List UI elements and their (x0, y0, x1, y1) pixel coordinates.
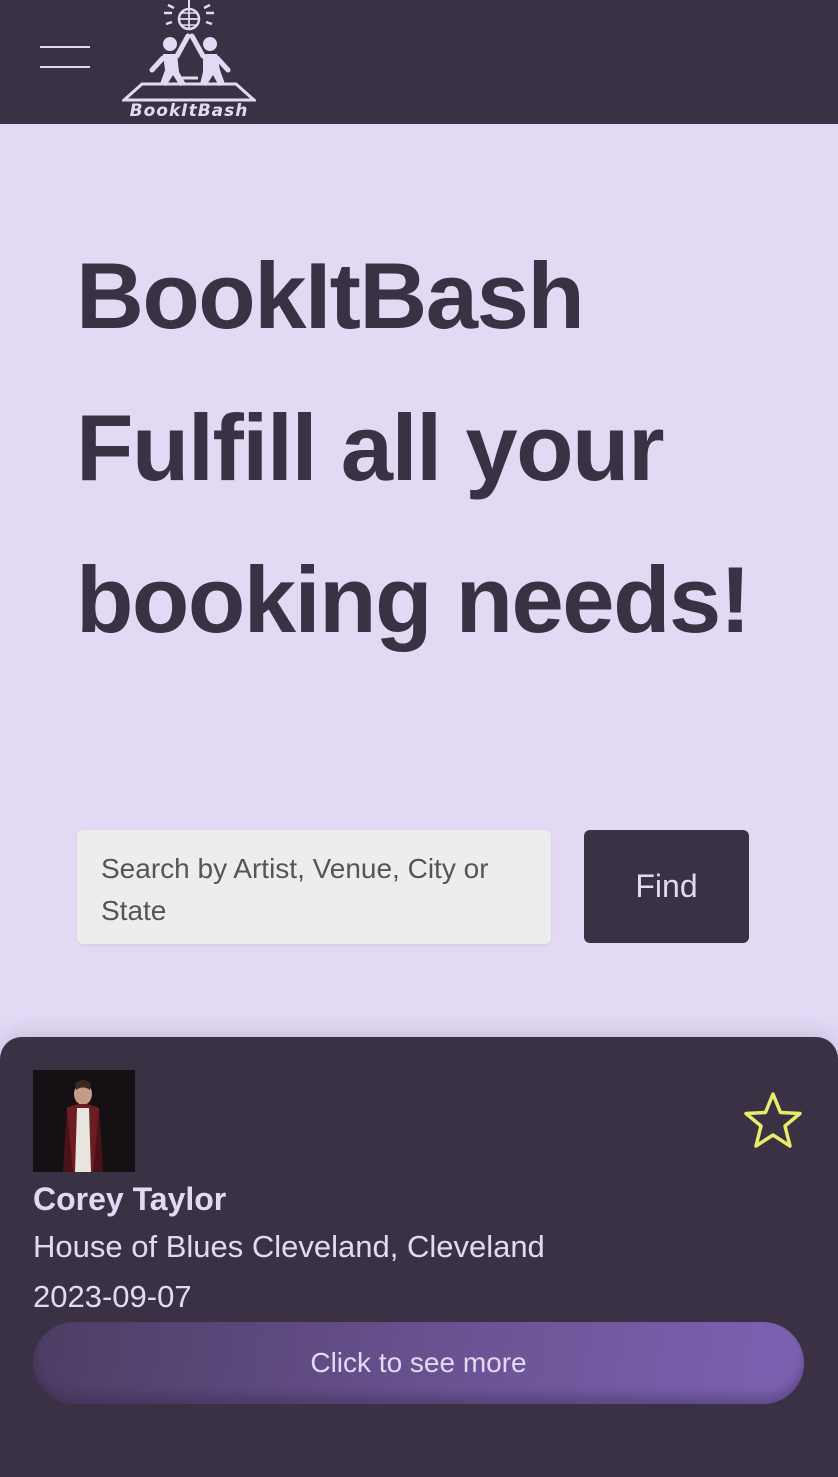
search-placeholder: Search by Artist, Venue, City or State (101, 853, 489, 926)
hamburger-menu-icon[interactable] (40, 44, 90, 70)
hero-tagline-line2: booking needs! (76, 547, 751, 652)
see-more-button[interactable]: Click to see more (33, 1322, 804, 1404)
find-button[interactable]: Find (584, 830, 749, 943)
artist-photo (33, 1070, 135, 1172)
logo-text: BookItBash (129, 101, 249, 121)
event-card: Corey Taylor House of Blues Cleveland, C… (0, 1037, 838, 1477)
venue-location: House of Blues Cleveland, Cleveland (33, 1229, 545, 1264)
favorite-star-icon[interactable] (742, 1091, 804, 1151)
artist-photo-graphic (33, 1070, 135, 1172)
top-navbar: BookItBash (0, 0, 838, 124)
event-date: 2023-09-07 (33, 1279, 192, 1314)
hero-heading: BookItBash Fulfill all your booking need… (76, 220, 816, 676)
bookitbash-logo[interactable]: BookItBash (120, 0, 258, 124)
hero-title: BookItBash (76, 243, 585, 348)
search-input[interactable]: Search by Artist, Venue, City or State (77, 830, 551, 944)
artist-name[interactable]: Corey Taylor (33, 1181, 226, 1218)
hero-tagline-line1: Fulfill all your (76, 395, 665, 500)
